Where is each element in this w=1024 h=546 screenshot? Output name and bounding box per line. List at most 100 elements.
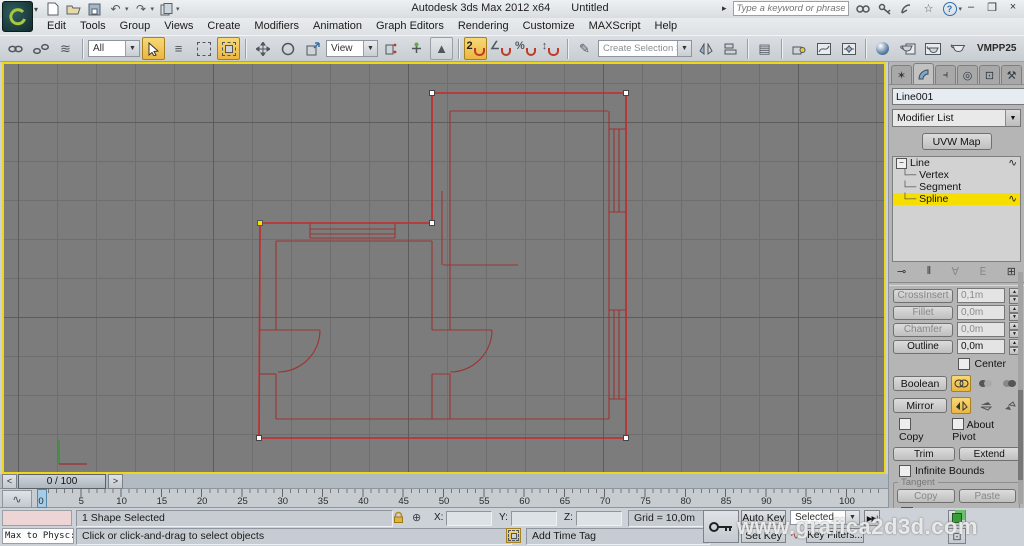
remove-modifier-icon[interactable]: ⴹ [979, 265, 986, 278]
spline-vertex[interactable] [623, 435, 629, 441]
selection-lock-icon[interactable] [392, 511, 405, 527]
angle-snap-toggle-icon[interactable]: ∠ [489, 37, 512, 60]
menu-views[interactable]: Views [157, 19, 200, 34]
redo-dropdown-icon[interactable]: ▾ [151, 5, 155, 13]
infocenter-collapse-icon[interactable]: ▸ [722, 3, 727, 14]
spline-vertex[interactable] [429, 220, 435, 226]
close-button[interactable]: × [1006, 1, 1020, 14]
selection-filter-dropdown[interactable]: All ▼ [88, 40, 140, 57]
save-file-icon[interactable] [86, 2, 103, 17]
modifier-list-dropdown[interactable]: Modifier List ▼ [892, 109, 1021, 127]
x-coord-field[interactable] [446, 511, 492, 526]
menu-create[interactable]: Create [200, 19, 247, 34]
tab-utilities-icon[interactable]: ⚒ [1001, 65, 1022, 84]
menu-modifiers[interactable]: Modifiers [247, 19, 306, 34]
material-editor-icon[interactable] [871, 37, 894, 60]
menu-graph-editors[interactable]: Graph Editors [369, 19, 451, 34]
tangent-copy-button[interactable]: Copy [897, 489, 955, 503]
auto-key-button[interactable]: Auto Key [741, 510, 786, 525]
communication-center-icon[interactable] [899, 2, 915, 16]
project-folder-icon[interactable] [158, 2, 175, 17]
absolute-mode-icon[interactable]: ⊕ [412, 511, 421, 524]
help-dropdown-icon[interactable]: ▾ [959, 5, 963, 13]
tab-motion-icon[interactable]: ◎ [957, 65, 978, 84]
menu-help[interactable]: Help [648, 19, 685, 34]
use-pivot-point-center-icon[interactable] [380, 37, 403, 60]
boolean-button[interactable]: Boolean [893, 376, 948, 391]
tangent-paste-button[interactable]: Paste [958, 489, 1016, 503]
menu-group[interactable]: Group [113, 19, 158, 34]
mirror-vertical-icon[interactable] [975, 397, 995, 414]
track-bar-ruler[interactable]: 0 5 10 15 20 25 30 35 40 45 50 55 60 65 70 75 80 85 90 95 10… [34, 489, 884, 508]
mirror-button[interactable]: Mirror [893, 398, 948, 413]
center-checkbox[interactable] [958, 358, 971, 370]
select-and-link-icon[interactable] [4, 37, 27, 60]
percent-snap-toggle-icon[interactable]: % [514, 37, 537, 60]
stack-item-segment[interactable]: └─ Segment [893, 181, 1020, 193]
minimize-button[interactable]: – [964, 1, 978, 14]
snaps-toggle-2d-button[interactable]: 2 [464, 37, 487, 60]
new-scene-icon[interactable] [44, 2, 61, 17]
menu-animation[interactable]: Animation [306, 19, 369, 34]
set-key-button[interactable]: Set Key [741, 528, 786, 543]
reference-coordinate-dropdown[interactable]: View ▼ [326, 40, 378, 57]
edit-named-selection-sets-icon[interactable]: ✎ [573, 37, 596, 60]
stack-item-vertex[interactable]: └─ Vertex [893, 169, 1020, 181]
z-coord-field[interactable] [576, 511, 622, 526]
fillet-button[interactable]: Fillet [893, 305, 953, 320]
unlink-selection-icon[interactable] [29, 37, 52, 60]
track-bar[interactable]: ∿ 0 5 10 15 20 25 30 35 40 45 50 55 60 65 70 75 80 85 90 95… [0, 489, 888, 508]
help-button[interactable]: ? ▾ [942, 1, 963, 16]
outline-value-field[interactable]: 0,0m [957, 339, 1005, 354]
select-and-rotate-icon[interactable] [276, 37, 299, 60]
project-dropdown-icon[interactable]: ▾ [176, 5, 180, 13]
uvw-map-button[interactable]: UVW Map [921, 133, 992, 150]
open-file-icon[interactable] [65, 2, 82, 17]
key-filters-button[interactable]: Key Filters... [806, 528, 864, 543]
search-binoculars-icon[interactable] [855, 2, 871, 16]
viewport-top[interactable] [2, 62, 886, 474]
stack-item-line[interactable]: − Line ∿ [893, 157, 1020, 169]
menu-edit[interactable]: Edit [40, 19, 73, 34]
select-by-name-icon[interactable]: ≡ [167, 37, 190, 60]
search-input[interactable] [732, 1, 849, 16]
vmpp25-toolbar-button[interactable]: VMPP25 [971, 41, 1022, 56]
chamfer-value-field[interactable]: 0,0m [957, 322, 1005, 337]
tab-hierarchy-icon[interactable]: ⫞ [935, 65, 956, 84]
subscription-key-icon[interactable] [877, 2, 893, 16]
menu-maxscript[interactable]: MAXScript [582, 19, 648, 34]
maxscript-mini-listener[interactable]: Max to Physc: [2, 528, 74, 544]
curve-editor-icon[interactable] [812, 37, 835, 60]
select-and-scale-icon[interactable] [301, 37, 324, 60]
outline-button[interactable]: Outline [893, 339, 953, 354]
configure-modifier-sets-icon[interactable]: ⊞ [1007, 265, 1016, 278]
named-selection-sets-dropdown[interactable]: Create Selection Se ▼ [598, 40, 692, 57]
crossinsert-value-field[interactable]: 0,1m [957, 288, 1005, 303]
infinite-bounds-checkbox[interactable] [899, 465, 911, 477]
set-keys-button[interactable] [703, 510, 739, 543]
keyboard-shortcut-override-icon[interactable]: ▲ [430, 37, 453, 60]
schematic-view-icon[interactable] [837, 37, 860, 60]
chamfer-button[interactable]: Chamfer [893, 322, 953, 337]
command-panel-scrollbar[interactable] [1018, 272, 1023, 504]
crossinsert-button[interactable]: CrossInsert [893, 288, 953, 303]
window-crossing-toggle[interactable] [217, 37, 240, 60]
render-setup-icon[interactable] [896, 37, 919, 60]
application-menu-caret-icon[interactable]: ▾ [34, 5, 38, 14]
spline-first-vertex[interactable] [257, 220, 263, 226]
select-and-move-icon[interactable] [251, 37, 274, 60]
zoom-extents-all-icon[interactable] [948, 510, 966, 526]
spline-vertex[interactable] [429, 90, 435, 96]
spinner-snap-toggle-icon[interactable]: ↕ [539, 37, 562, 60]
mirror-horizontal-icon[interactable] [951, 397, 972, 414]
boolean-intersect-icon[interactable] [1000, 375, 1020, 392]
restore-button[interactable]: ❐ [985, 1, 999, 14]
select-and-manipulate-icon[interactable] [405, 37, 428, 60]
maximize-viewport-toggle-icon[interactable]: ⊡ [948, 528, 966, 544]
mirror-icon[interactable] [694, 37, 717, 60]
boolean-union-icon[interactable] [951, 375, 972, 392]
scrollbar-thumb[interactable] [1018, 390, 1023, 480]
tab-create-icon[interactable]: ✶ [891, 65, 912, 84]
favorites-star-icon[interactable]: ☆ [921, 2, 937, 16]
rectangular-selection-region-icon[interactable] [192, 37, 215, 60]
